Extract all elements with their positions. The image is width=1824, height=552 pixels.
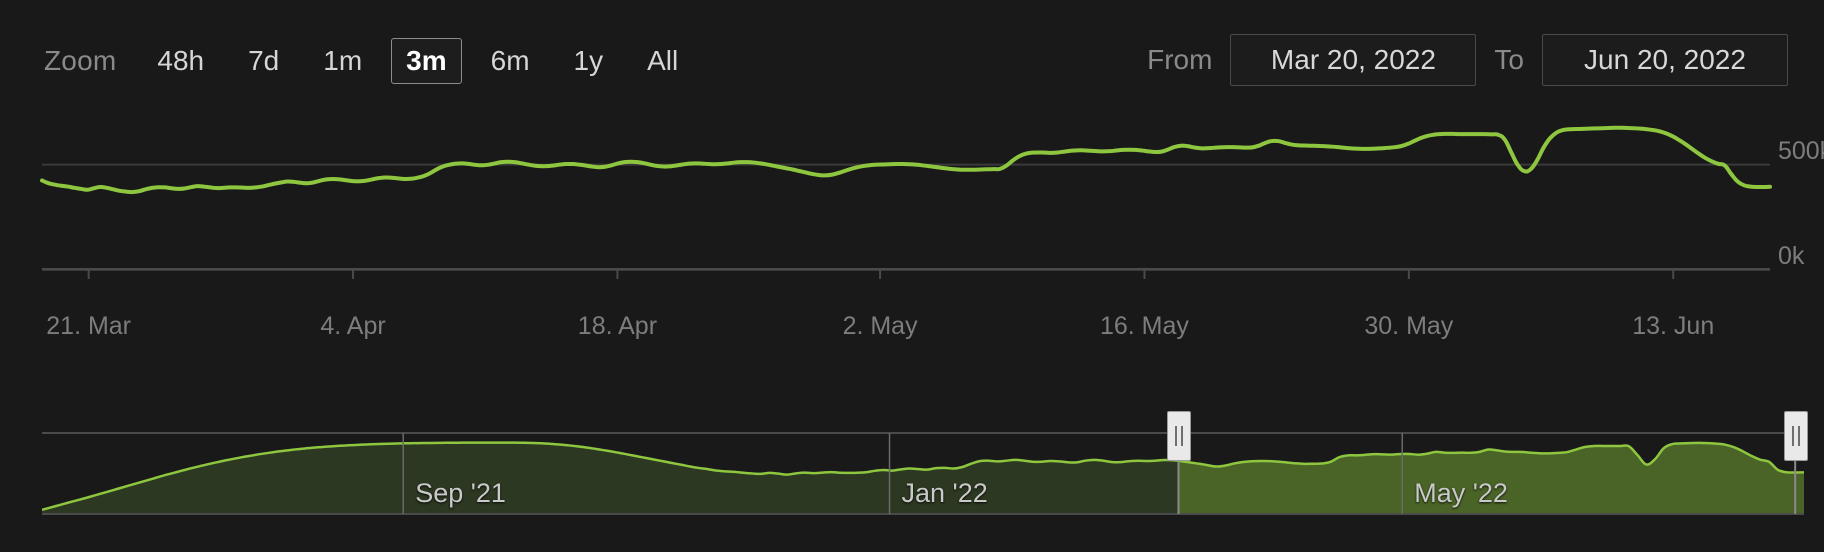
series-line-value	[40, 125, 1772, 195]
range-selector-bar: Zoom 48h 7d 1m 3m 6m 1y All From Mar 20,…	[0, 0, 1824, 112]
x-axis-tick-label: 18. Apr	[577, 312, 658, 340]
from-date-input[interactable]: Mar 20, 2022	[1230, 34, 1477, 86]
stock-chart-widget: Zoom 48h 7d 1m 3m 6m 1y All From Mar 20,…	[0, 0, 1824, 552]
navigator-handle-left[interactable]	[1167, 411, 1192, 461]
range-button-3m[interactable]: 3m	[391, 38, 462, 84]
range-button-1m[interactable]: 1m	[308, 38, 377, 84]
y-axis-label-500k: 500k	[1778, 136, 1824, 165]
range-button-48h[interactable]: 48h	[142, 38, 219, 84]
y-axis-label-0k: 0k	[1778, 242, 1805, 270]
to-date-input[interactable]: Jun 20, 2022	[1542, 34, 1788, 86]
to-label: To	[1494, 44, 1524, 75]
from-label: From	[1147, 44, 1213, 75]
range-button-all[interactable]: All	[632, 38, 693, 84]
grip-line-icon	[1175, 426, 1178, 446]
main-plot-area[interactable]: 500k 0k	[0, 112, 1824, 340]
navigator[interactable]: Sep '21 Jan '22 May '22	[42, 430, 1804, 522]
x-axis-tick-label: 16. May	[1099, 312, 1189, 340]
x-axis-tick-label: 13. Jun	[1632, 312, 1715, 340]
zoom-button-group: Zoom 48h 7d 1m 3m 6m 1y All	[44, 38, 707, 84]
grip-line-icon	[1181, 426, 1184, 446]
navigator-handle-right[interactable]	[1784, 411, 1809, 461]
range-button-7d[interactable]: 7d	[233, 38, 294, 84]
zoom-label: Zoom	[44, 45, 117, 76]
x-axis-tick-label: 2. May	[842, 312, 918, 340]
x-axis: 21. Mar 4. Apr 18. Apr 2. May 16. May 30. May…	[0, 312, 1824, 382]
grip-line-icon	[1798, 426, 1801, 446]
range-button-1y[interactable]: 1y	[559, 38, 619, 84]
grip-line-icon	[1792, 426, 1795, 446]
date-input-group: From Mar 20, 2022 To Jun 20, 2022	[1129, 34, 1788, 86]
range-button-6m[interactable]: 6m	[476, 38, 545, 84]
navigator-svg	[42, 432, 1804, 515]
x-axis-tick-label: 21. Mar	[46, 312, 132, 340]
x-axis-tick-label: 30. May	[1364, 312, 1454, 340]
main-series-svg	[40, 125, 1772, 279]
x-axis-tick-label: 4. Apr	[320, 312, 386, 340]
